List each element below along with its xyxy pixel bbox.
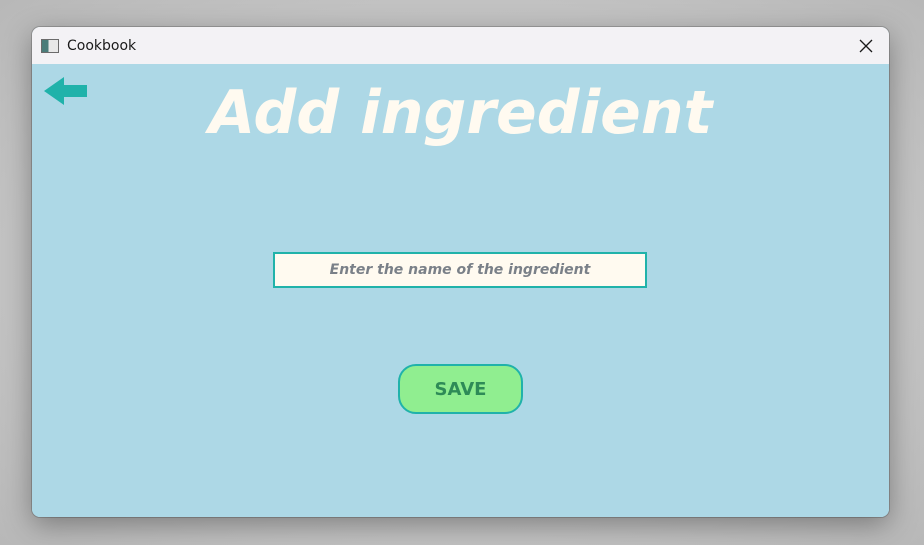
save-button[interactable]: SAVE [398, 364, 523, 414]
page-title: Add ingredient [208, 78, 713, 148]
desktop: Cookbook Add ingredient SAVE [0, 0, 924, 545]
add-ingredient-view: Add ingredient SAVE [32, 64, 889, 517]
window-title: Cookbook [67, 37, 137, 54]
window-app-icon [41, 38, 59, 53]
close-button[interactable] [843, 27, 889, 64]
ingredient-name-input[interactable] [273, 252, 647, 288]
app-window: Cookbook Add ingredient SAVE [32, 27, 889, 517]
close-icon [859, 39, 873, 52]
title-bar: Cookbook [32, 27, 889, 64]
